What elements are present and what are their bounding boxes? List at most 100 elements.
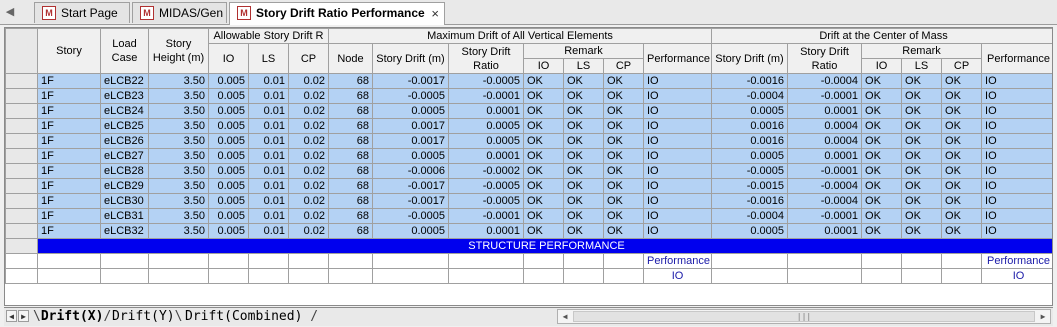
- cell-cm-story-drift[interactable]: 0.0016: [711, 133, 789, 149]
- cell-allow-ls[interactable]: 0.01: [248, 118, 289, 134]
- cell-remark-ls[interactable]: OK: [563, 133, 604, 149]
- cell-load-case[interactable]: eLCB32: [100, 223, 149, 239]
- cell-cm-performance[interactable]: IO: [981, 88, 1052, 104]
- cell-cm-remark-io[interactable]: OK: [861, 163, 903, 179]
- empty-cell[interactable]: [523, 268, 564, 284]
- cell-cm-remark-cp[interactable]: OK: [941, 148, 983, 164]
- row-header[interactable]: [5, 73, 38, 89]
- cell-allow-io[interactable]: 0.005: [208, 178, 249, 194]
- cell-story-drift-ratio[interactable]: -0.0005: [448, 193, 524, 209]
- empty-cell[interactable]: [372, 253, 449, 269]
- cell-cm-remark-io[interactable]: OK: [861, 73, 903, 89]
- row-header[interactable]: [5, 238, 38, 254]
- cell-cm-performance[interactable]: IO: [981, 133, 1052, 149]
- cell-story-drift[interactable]: 0.0005: [372, 148, 449, 164]
- summary-label-row[interactable]: Performance Performance: [5, 253, 1052, 269]
- cell-allow-ls[interactable]: 0.01: [248, 208, 289, 224]
- cell-allow-ls[interactable]: 0.01: [248, 178, 289, 194]
- cell-cm-performance[interactable]: IO: [981, 118, 1052, 134]
- cell-story-height[interactable]: 3.50: [148, 103, 209, 119]
- empty-cell[interactable]: [563, 253, 604, 269]
- empty-cell[interactable]: [523, 253, 564, 269]
- header-remark[interactable]: Remark: [523, 43, 644, 59]
- row-header[interactable]: [5, 268, 38, 284]
- cell-remark-ls[interactable]: OK: [563, 163, 604, 179]
- cell-remark-io[interactable]: OK: [523, 73, 564, 89]
- table-row[interactable]: 1F eLCB28 3.50 0.005 0.01 0.02 68 -0.0006 -0.000…: [5, 163, 1052, 179]
- header-story[interactable]: Story: [37, 28, 101, 74]
- cell-cm-performance[interactable]: IO: [981, 178, 1052, 194]
- cell-story[interactable]: 1F: [37, 178, 101, 194]
- cell-performance[interactable]: IO: [642, 208, 713, 224]
- cell-cm-remark-io[interactable]: OK: [861, 88, 903, 104]
- cell-story-drift-ratio[interactable]: -0.0001: [448, 88, 524, 104]
- cell-story[interactable]: 1F: [37, 133, 101, 149]
- table-row[interactable]: 1F eLCB32 3.50 0.005 0.01 0.02 68 0.0005 0.0001 O…: [5, 223, 1052, 239]
- cell-cm-story-drift-ratio[interactable]: 0.0004: [787, 118, 863, 134]
- row-header[interactable]: [5, 223, 38, 239]
- empty-cell[interactable]: [448, 253, 524, 269]
- tab-start-page[interactable]: M Start Page: [34, 2, 130, 23]
- table-row[interactable]: 1F eLCB31 3.50 0.005 0.01 0.02 68 -0.0005 -0.000…: [5, 208, 1052, 224]
- header-cp[interactable]: CP: [288, 43, 329, 74]
- cell-cm-story-drift[interactable]: 0.0005: [711, 148, 789, 164]
- cell-story-drift-ratio[interactable]: 0.0001: [448, 148, 524, 164]
- cell-allow-ls[interactable]: 0.01: [248, 88, 289, 104]
- cell-load-case[interactable]: eLCB29: [100, 178, 149, 194]
- cell-cm-performance[interactable]: IO: [981, 148, 1052, 164]
- cell-allow-io[interactable]: 0.005: [208, 88, 249, 104]
- cell-cm-story-drift[interactable]: 0.0005: [711, 223, 789, 239]
- empty-cell[interactable]: [100, 253, 149, 269]
- row-header[interactable]: [5, 118, 38, 134]
- row-header[interactable]: [5, 253, 38, 269]
- cell-cm-remark-cp[interactable]: OK: [941, 103, 983, 119]
- cell-allow-io[interactable]: 0.005: [208, 208, 249, 224]
- cell-cm-remark-ls[interactable]: OK: [901, 88, 943, 104]
- cell-cm-remark-io[interactable]: OK: [861, 133, 903, 149]
- header-story-drift[interactable]: Story Drift (m): [372, 43, 449, 74]
- cell-allow-io[interactable]: 0.005: [208, 118, 249, 134]
- summary-performance-label[interactable]: Performance: [642, 253, 713, 269]
- empty-cell[interactable]: [711, 268, 789, 284]
- empty-cell[interactable]: [563, 268, 604, 284]
- cell-story-drift-ratio[interactable]: 0.0001: [448, 103, 524, 119]
- cell-cm-story-drift[interactable]: -0.0004: [711, 88, 789, 104]
- cell-node[interactable]: 68: [328, 223, 373, 239]
- empty-cell[interactable]: [711, 253, 789, 269]
- cell-node[interactable]: 68: [328, 133, 373, 149]
- tab-story-drift-ratio-performance[interactable]: M Story Drift Ratio Performance ×: [229, 2, 445, 25]
- corner-header[interactable]: [5, 28, 38, 74]
- cell-allow-cp[interactable]: 0.02: [288, 163, 329, 179]
- cell-story[interactable]: 1F: [37, 88, 101, 104]
- cell-node[interactable]: 68: [328, 73, 373, 89]
- cell-performance[interactable]: IO: [642, 118, 713, 134]
- empty-cell[interactable]: [328, 268, 373, 284]
- row-header[interactable]: [5, 148, 38, 164]
- row-header[interactable]: [5, 208, 38, 224]
- cell-remark-cp[interactable]: OK: [603, 193, 644, 209]
- cell-remark-io[interactable]: OK: [523, 88, 564, 104]
- header-cm-remark-io[interactable]: IO: [861, 58, 903, 74]
- empty-cell[interactable]: [148, 268, 209, 284]
- empty-cell[interactable]: [208, 268, 249, 284]
- cell-story-drift[interactable]: 0.0005: [372, 223, 449, 239]
- cell-remark-ls[interactable]: OK: [563, 118, 604, 134]
- cell-remark-cp[interactable]: OK: [603, 178, 644, 194]
- cell-cm-remark-cp[interactable]: OK: [941, 223, 983, 239]
- cell-remark-io[interactable]: OK: [523, 103, 564, 119]
- tab-midas-gen[interactable]: M MIDAS/Gen: [132, 2, 227, 23]
- empty-cell[interactable]: [603, 268, 644, 284]
- cell-cm-performance[interactable]: IO: [981, 73, 1052, 89]
- scroll-right-icon[interactable]: ▶: [1036, 310, 1050, 323]
- cell-cm-remark-io[interactable]: OK: [861, 118, 903, 134]
- cell-remark-io[interactable]: OK: [523, 163, 564, 179]
- cell-story-drift-ratio[interactable]: -0.0001: [448, 208, 524, 224]
- cell-cm-performance[interactable]: IO: [981, 223, 1052, 239]
- cell-performance[interactable]: IO: [642, 73, 713, 89]
- cell-remark-ls[interactable]: OK: [563, 223, 604, 239]
- cell-remark-cp[interactable]: OK: [603, 73, 644, 89]
- empty-cell[interactable]: [787, 253, 863, 269]
- results-table-grid[interactable]: Story Load Case Story Height (m) Allowab…: [4, 27, 1053, 306]
- cell-story[interactable]: 1F: [37, 118, 101, 134]
- cell-story[interactable]: 1F: [37, 208, 101, 224]
